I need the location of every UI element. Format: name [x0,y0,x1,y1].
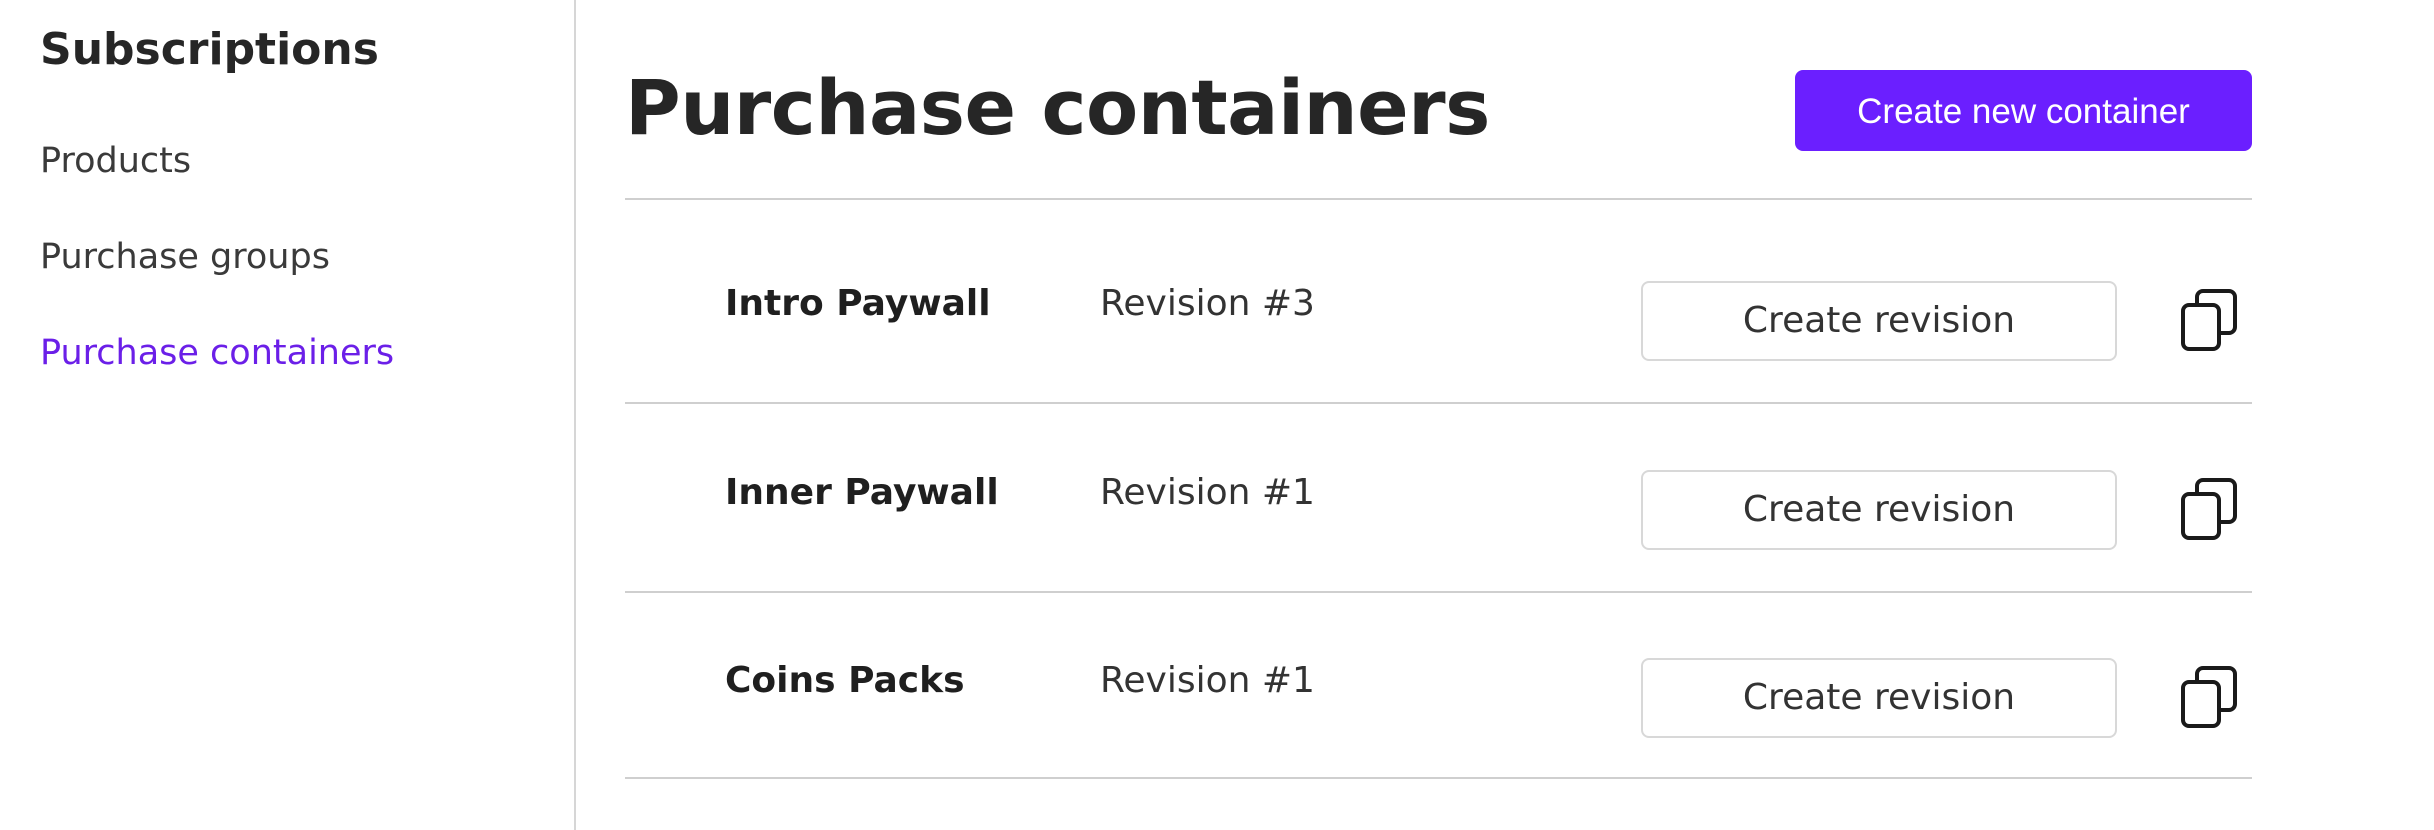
divider [625,777,2252,779]
container-name: Coins Packs [725,660,965,701]
page-title: Purchase containers [625,63,1490,152]
create-new-container-button[interactable]: Create new container [1795,70,2252,151]
copy-icon[interactable] [2180,663,2240,729]
container-name: Intro Paywall [725,283,991,324]
sidebar-item-products[interactable]: Products [40,136,191,186]
sidebar: Subscriptions Products Purchase groups P… [0,0,576,830]
sidebar-title: Subscriptions [40,24,379,75]
table-row: Intro Paywall Revision #3 Create revisio… [625,200,2252,386]
table-row: Coins Packs Revision #1 Create revision [625,577,2252,763]
copy-icon[interactable] [2180,286,2240,352]
container-revision: Revision #1 [1100,472,1315,513]
container-name: Inner Paywall [725,472,999,513]
create-revision-button[interactable]: Create revision [1641,658,2117,738]
copy-icon[interactable] [2180,475,2240,541]
container-revision: Revision #1 [1100,660,1315,701]
sidebar-item-purchase-containers[interactable]: Purchase containers [40,328,394,378]
table-row: Inner Paywall Revision #1 Create revisio… [625,389,2252,575]
create-revision-button[interactable]: Create revision [1641,281,2117,361]
sidebar-item-purchase-groups[interactable]: Purchase groups [40,232,330,282]
create-revision-button[interactable]: Create revision [1641,470,2117,550]
container-revision: Revision #3 [1100,283,1315,324]
main-content: Purchase containers Create new container… [625,0,2252,830]
